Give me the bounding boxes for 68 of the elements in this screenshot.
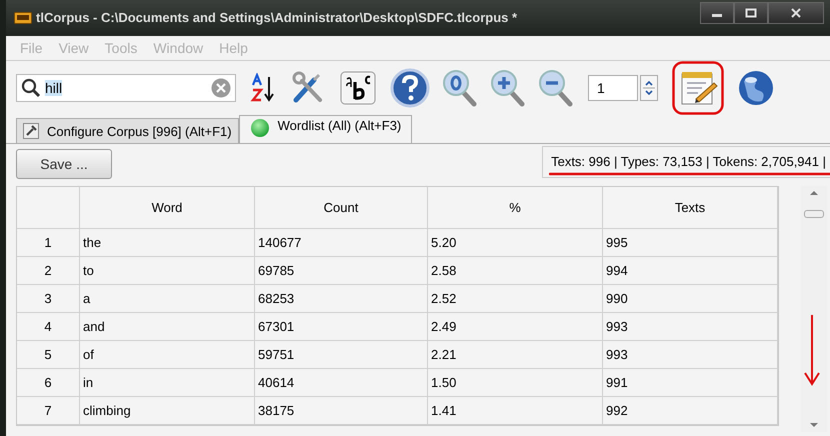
table-cell: a [80,285,255,313]
table-cell: to [80,257,255,285]
tab[interactable]: Wordlist (All) (Alt+F3) [238,115,412,143]
down-arrow [804,314,820,386]
table-cell: 993 [603,313,778,341]
zoom-in-icon[interactable] [490,69,526,107]
maximize-icon [745,8,757,18]
ball-icon [250,118,270,138]
zoom-reset-icon[interactable] [442,69,478,107]
spinner-buttons[interactable] [640,75,658,101]
save-button[interactable]: Save ... [16,149,112,179]
window-title: tlCorpus - C:\Documents and Settings\Administrator\Desktop\SDFC.tlcorpus * [36,10,518,26]
table-cell: climbing [80,397,255,425]
tab[interactable]: Configure Corpus [996] (Alt+F1) [16,118,239,143]
scroll-thumb[interactable] [804,210,824,218]
table-cell: 2.58 [428,257,603,285]
table-cell: 59751 [255,341,428,369]
table-cell: 1.50 [428,369,603,397]
table-cell: and [80,313,255,341]
table-cell: 993 [603,341,778,369]
table-cell: 2.52 [428,285,603,313]
search-text: hill [45,80,62,96]
row-number: 3 [17,285,80,313]
text-format-icon[interactable] [340,71,376,105]
table-cell: 69785 [255,257,428,285]
row-number: 2 [17,257,80,285]
maximize-button[interactable] [734,2,768,24]
globe-icon[interactable] [738,69,774,107]
help-icon[interactable] [390,68,430,108]
close-icon [790,8,802,18]
column-header[interactable]: Texts [603,187,778,229]
highlight-ring [672,61,724,115]
row-number: 1 [17,229,80,257]
table-cell: 140677 [255,229,428,257]
table-cell: 5.20 [428,229,603,257]
app-icon [14,12,32,24]
column-header[interactable]: Count [255,187,428,229]
table-cell: of [80,341,255,369]
clear-icon[interactable] [211,78,231,98]
minimize-button[interactable] [700,2,734,24]
table-cell: in [80,369,255,397]
search-icon [21,78,41,98]
table-cell: 1.41 [428,397,603,425]
table-cell: 994 [603,257,778,285]
row-number: 7 [17,397,80,425]
row-number: 6 [17,369,80,397]
table-cell: 991 [603,369,778,397]
table-cell: 2.49 [428,313,603,341]
table-cell: 995 [603,229,778,257]
table-cell: 67301 [255,313,428,341]
column-header[interactable]: % [428,187,603,229]
sort-icon[interactable] [250,73,276,103]
zoom-out-icon[interactable] [538,69,574,107]
settings-icon [23,123,39,139]
table-cell: 40614 [255,369,428,397]
corpus-statistics: Texts: 996 | Types: 73,153 | Tokens: 2,705,941 | [551,154,826,169]
column-header[interactable]: Word [80,187,255,229]
close-button[interactable] [768,2,824,24]
table-cell: 992 [603,397,778,425]
row-number: 4 [17,313,80,341]
row-number: 5 [17,341,80,369]
table-cell: 38175 [255,397,428,425]
table-cell: 2.21 [428,341,603,369]
table-cell: the [80,229,255,257]
page-number-field[interactable]: 1 [588,75,638,101]
search-field[interactable]: hill [16,74,236,102]
table-cell: 68253 [255,285,428,313]
table-cell: 990 [603,285,778,313]
